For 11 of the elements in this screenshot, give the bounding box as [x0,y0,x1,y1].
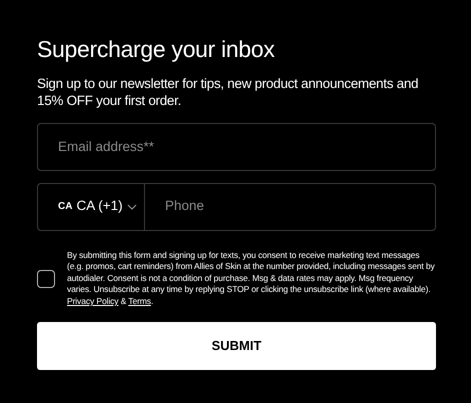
policy-link[interactable]: Terms [128,296,151,306]
intro-text: Sign up to our newsletter for tips, new product announcements and 15% OFF your first order. [37,74,420,109]
phone-field[interactable]: CA CA (+1) Phone [37,182,436,231]
consent-text: By submitting this form and signing up for texts, you consent to receive marketing text messages (e.g. promos, cart reminders) from Allies of Skin at the number provided, including messages sent by autodialer. Consent is not a condition of purchase. Msg & data rates may apply. Msg frequency varies. Unsubscribe at any time by replying STOP or clicking the unsubscribe link (where available). Privacy Policy & Terms. [67,250,436,308]
email-field[interactable]: Email address** [37,122,436,171]
form-title: Supercharge your inbox [37,36,276,64]
country-select[interactable]: CA CA (+1) [38,184,145,230]
policy-link[interactable]: Privacy Policy [67,296,118,306]
consent-checkbox[interactable] [37,270,55,288]
caret-icon [126,204,137,210]
submit-button[interactable]: SUBMIT [37,322,436,370]
